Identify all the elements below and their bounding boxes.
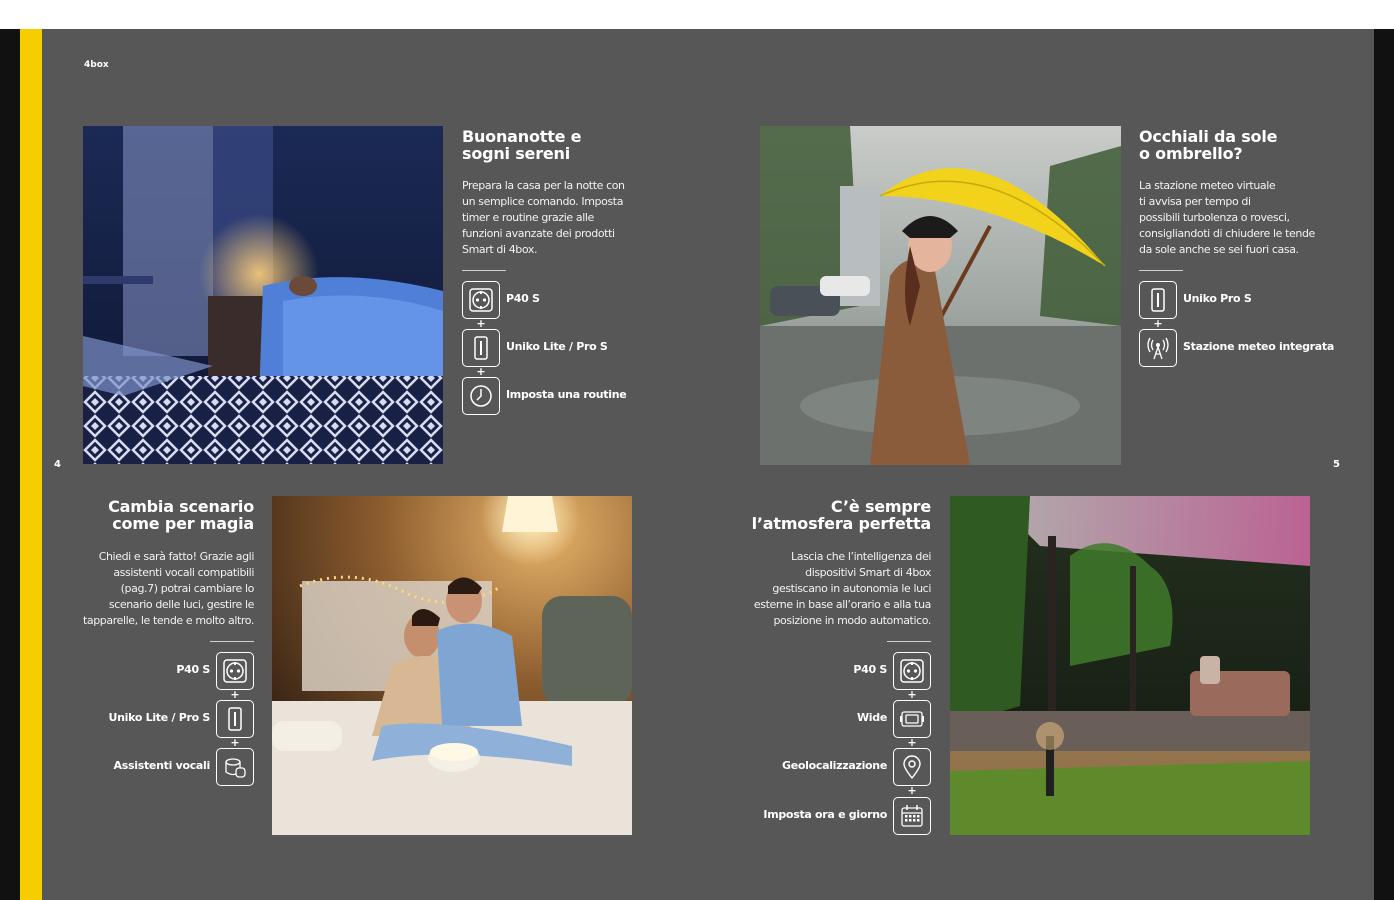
- section-body-weather: La stazione meteo virtuale ti avvisa per…: [1139, 178, 1339, 258]
- night-garden-photo: [950, 496, 1310, 835]
- title-line: Occhiali da sole: [1139, 127, 1278, 146]
- woman-umbrella-photo: [760, 126, 1121, 465]
- brand-label: 4box: [84, 60, 109, 70]
- title-line: l’atmosfera perfetta: [751, 514, 932, 533]
- feature-label: P40 S: [506, 292, 540, 305]
- section-body-scenario: Chiedi e sarà fatto! Grazie agli assiste…: [54, 549, 254, 629]
- section-title-weather: Occhiali da sole o ombrello?: [1139, 128, 1277, 162]
- section-title-goodnight: Buonanotte e sogni sereni: [462, 127, 582, 163]
- body-line: funzioni avanzate dei prodotti: [462, 227, 615, 240]
- page-number-left: 4: [54, 459, 61, 470]
- plus-sign: +: [476, 365, 486, 378]
- plus-sign: +: [476, 317, 486, 330]
- wide-module-icon: [893, 700, 931, 738]
- body-line: un semplice comando. Imposta: [462, 195, 624, 208]
- title-line: C’è sempre: [830, 497, 931, 516]
- body-line: esterne in base all’orario e alla tua: [753, 598, 932, 611]
- body-line: (pag.7) potrai cambiare lo: [120, 582, 255, 595]
- yellow-accent-bar: [20, 29, 42, 900]
- body-line: gestiscano in autonomia le luci: [772, 582, 931, 595]
- feature-label: Uniko Lite / Pro S: [506, 340, 608, 353]
- feature-label: Stazione meteo integrata: [1183, 340, 1335, 353]
- body-line: scenario delle luci, gestire le: [108, 598, 255, 611]
- right-edge: [1374, 29, 1394, 900]
- body-line: La stazione meteo virtuale: [1139, 179, 1276, 192]
- divider: [210, 641, 254, 642]
- plus-sign: +: [230, 736, 240, 749]
- title-line: come per magia: [112, 514, 254, 533]
- divider: [887, 641, 931, 642]
- divider: [462, 270, 506, 271]
- socket-icon: [462, 281, 500, 319]
- feature-label: Uniko Pro S: [1183, 292, 1252, 305]
- body-line: Chiedi e sarà fatto! Grazie agli: [98, 550, 255, 563]
- body-line: Lascia che l’intelligenza dei: [791, 550, 931, 563]
- body-line: ti avvisa per tempo di: [1139, 195, 1251, 208]
- body-line: consigliandoti di chiudere le tende: [1139, 227, 1315, 240]
- body-line: assistenti vocali compatibili: [113, 566, 254, 579]
- feature-label: Uniko Lite / Pro S: [108, 711, 210, 724]
- socket-icon: [893, 652, 931, 690]
- couple-living-room-photo: [272, 496, 632, 835]
- feature-label: Wide: [856, 711, 887, 724]
- body-line: Smart di 4box.: [462, 243, 538, 256]
- calendar-icon: [893, 797, 931, 835]
- divider: [1139, 270, 1183, 271]
- bedroom-night-photo: [83, 126, 443, 464]
- body-line: posizione in modo automatico.: [773, 614, 931, 627]
- plus-sign: +: [1153, 317, 1163, 330]
- antenna-icon: [1139, 329, 1177, 367]
- plus-sign: +: [907, 688, 917, 701]
- body-line: tapparelle, le tende e molto altro.: [82, 614, 254, 627]
- feature-label: P40 S: [176, 663, 210, 676]
- switch-icon: [462, 329, 500, 367]
- feature-label: Geolocalizzazione: [781, 759, 887, 772]
- top-margin: [0, 0, 1394, 29]
- switch-icon: [216, 700, 254, 738]
- location-pin-icon: [893, 748, 931, 786]
- body-line: Prepara la casa per la notte con: [462, 179, 625, 192]
- title-line: sogni sereni: [462, 144, 571, 163]
- smart-speaker-icon: [216, 748, 254, 786]
- plus-sign: +: [907, 784, 917, 797]
- feature-label: Assistenti vocali: [113, 759, 211, 772]
- page-number-right: 5: [1333, 459, 1340, 470]
- title-line: Cambia scenario: [108, 497, 254, 516]
- plus-sign: +: [230, 688, 240, 701]
- left-edge: [0, 29, 20, 900]
- socket-icon: [216, 652, 254, 690]
- feature-label: Imposta una routine: [506, 388, 627, 401]
- clock-icon: [462, 377, 500, 415]
- section-title-atmosphere: C’è sempre l’atmosfera perfetta: [731, 497, 932, 533]
- body-line: possibili turbolenza o rovesci,: [1139, 211, 1290, 224]
- section-title-scenario: Cambia scenario come per magia: [64, 498, 254, 532]
- title-line: Buonanotte e: [462, 127, 582, 146]
- feature-label: P40 S: [853, 663, 887, 676]
- body-line: da sole anche se sei fuori casa.: [1139, 243, 1299, 256]
- section-body-atmosphere: Lascia che l’intelligenza dei dispositiv…: [731, 549, 932, 629]
- body-line: dispositivi Smart di 4box: [805, 566, 931, 579]
- switch-icon: [1139, 281, 1177, 319]
- feature-label: Imposta ora e giorno: [763, 808, 887, 821]
- title-line: o ombrello?: [1139, 144, 1243, 163]
- section-body-goodnight: Prepara la casa per la notte con un semp…: [462, 178, 662, 258]
- body-line: timer e routine grazie alle: [462, 211, 594, 224]
- plus-sign: +: [907, 736, 917, 749]
